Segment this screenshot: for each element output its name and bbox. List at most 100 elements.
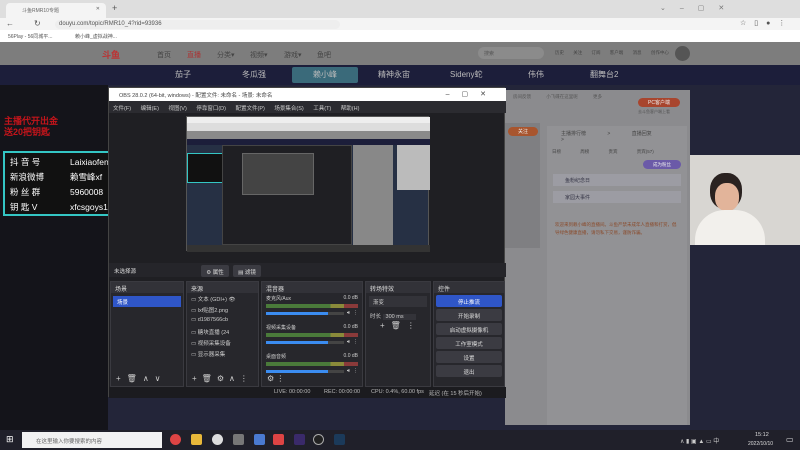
source-item[interactable]: ▭ 糖块直播 (24 [187, 326, 258, 337]
volume-slider[interactable] [266, 369, 344, 373]
browser-toolbar-icons[interactable]: ☆▯●⋮ [740, 19, 793, 27]
volume-slider[interactable] [266, 340, 344, 344]
app-icon[interactable] [294, 434, 305, 445]
event-item[interactable]: 鱼粉纪念日 [553, 174, 681, 186]
new-tab-icon[interactable]: + [112, 3, 117, 13]
audio-mixer-dock: 混音器 麦克风/Aux 0.0 dB 🔊︎ ⋮ 视频采集设备 0.0 dB 🔊︎ ⋮ 桌面音… [261, 281, 363, 387]
channel-menu-icon[interactable]: ⋮ [353, 339, 358, 345]
speaker-icon[interactable]: 🔊︎ [347, 339, 350, 345]
tray-icons[interactable]: ∧ ▮ ▣ ▲ ▭ 中 [680, 436, 719, 445]
tab-weekly[interactable]: 周榜 [580, 149, 589, 154]
exit-button[interactable]: 退出 [436, 365, 502, 377]
nav-home[interactable]: 首页 [157, 50, 171, 60]
mixer-controls[interactable]: ⚙ ⋮ [267, 374, 284, 383]
header-icons[interactable]: 历史 关注 订阅 客户端 消息 创作中心 [555, 50, 669, 56]
close-tab-icon[interactable]: ✕ [96, 6, 100, 12]
source-controls[interactable]: +🗑︎⚙∧⋮ [192, 374, 253, 383]
volume-meter [266, 362, 358, 366]
bookmark[interactable]: 赖小峰_虚拟战神... [75, 33, 117, 40]
menu-help[interactable]: 帮助(H) [341, 106, 360, 112]
pc-client-button[interactable]: PC客户端 [638, 98, 680, 107]
obs-window-controls[interactable]: –▢✕ [446, 90, 498, 98]
notification-icon[interactable]: ▭ [786, 435, 794, 444]
tab-vip[interactable]: 贵宾 [609, 149, 618, 154]
source-item[interactable]: ▭ 显示器采集 [187, 348, 258, 359]
speaker-icon[interactable]: 🔊︎ [347, 368, 350, 374]
douyu-logo[interactable]: 斗鱼 [102, 48, 120, 61]
browser-tab[interactable]: 斗鱼RMR10专题 ✕ [6, 3, 106, 18]
duration-input[interactable]: 300 ms [382, 314, 416, 320]
action-ufo[interactable]: 小飞碟在这里呢 [546, 94, 578, 99]
event-item[interactable]: 家园大事件 [553, 191, 681, 203]
app-icon[interactable] [233, 434, 244, 445]
nav-games[interactable]: 游戏▾ [284, 50, 302, 60]
scene-item[interactable]: 场景 [113, 296, 181, 307]
fans-button[interactable]: 成为粉丝 [643, 160, 681, 169]
url-input[interactable]: douyu.com/topic/RMR10_4?rid=93936 [55, 20, 340, 29]
menu-docks[interactable]: 停靠窗口(D) [196, 106, 226, 112]
reload-icon[interactable]: ↻ [34, 19, 41, 28]
transition-controls[interactable]: +🗑︎⋮ [366, 321, 430, 330]
obs-preview-canvas[interactable] [186, 116, 430, 252]
source-item[interactable]: ▭ lxf贴图2.png [187, 304, 258, 315]
bookmark[interactable]: 56Play - 56同城平... [8, 33, 52, 40]
webcam-overlay [690, 155, 800, 245]
search-input[interactable]: 搜索 [478, 47, 544, 59]
chat-notice: 欢迎来到赖小峰的直播间。斗鱼严禁未成年人直播和打赏，倡导绿色健康直播，请勿私下交… [555, 222, 677, 235]
back-icon[interactable]: ← [6, 19, 14, 28]
clock-date: 2022/10/10 [748, 441, 774, 447]
nav-video[interactable]: 视频▾ [250, 50, 268, 60]
menu-file[interactable]: 文件(F) [113, 106, 131, 112]
transition-select[interactable]: 渐变 [369, 296, 427, 307]
nav-yuba[interactable]: 鱼吧 [317, 50, 331, 60]
menu-edit[interactable]: 编辑(E) [141, 106, 159, 112]
source-item[interactable]: ▭ d1987566cb [187, 315, 258, 326]
menu-scene-collection[interactable]: 场景集合(S) [274, 106, 303, 112]
start-recording-button[interactable]: 开始录制 [436, 309, 502, 321]
menu-tools[interactable]: 工具(T) [313, 106, 331, 112]
streamer-tab-active[interactable]: 赖小峰 [292, 67, 358, 83]
streamer-tab[interactable]: 冬瓜强 [242, 69, 266, 80]
streamer-tab[interactable]: 伟伟 [528, 69, 544, 80]
channel-menu-icon[interactable]: ⋮ [353, 310, 358, 316]
volume-slider[interactable] [266, 311, 344, 315]
tab-vip-count[interactable]: 贵宾(57) [637, 149, 654, 154]
nav-live[interactable]: 直播 [187, 50, 201, 60]
follow-button[interactable]: 关注 [508, 127, 538, 136]
menu-profile[interactable]: 配置文件(P) [235, 106, 264, 112]
streamer-tab[interactable]: 翻舞台2 [590, 69, 618, 80]
scene-controls[interactable]: +🗑︎∧∨ [116, 374, 167, 383]
app-icon[interactable] [212, 434, 223, 445]
source-item[interactable]: ▭ 视频采集设备 [187, 337, 258, 348]
channel-menu-icon[interactable]: ⋮ [353, 368, 358, 374]
action-feedback[interactable]: 房间反馈 [513, 94, 531, 99]
window-controls[interactable]: ⌄–▢✕ [660, 4, 738, 12]
nav-category[interactable]: 分类▾ [217, 50, 235, 60]
action-more[interactable]: 更多 [593, 94, 602, 99]
menu-view[interactable]: 视图(V) [168, 106, 186, 112]
source-item[interactable]: ▭ 文本 (GDI+) 👁 [187, 293, 258, 304]
taskbar-search[interactable]: 在这里输入你要搜索的内容 [22, 432, 162, 448]
obs-icon[interactable] [313, 434, 324, 445]
chrome-icon[interactable] [170, 434, 181, 445]
file-explorer-icon[interactable] [191, 434, 202, 445]
properties-button[interactable]: ⚙ 属性 [201, 265, 229, 277]
app-icon[interactable] [254, 434, 265, 445]
stop-streaming-button[interactable]: 停止推流 [436, 295, 502, 307]
streamer-tab[interactable]: Sideny蛇 [450, 69, 482, 80]
virtual-camera-button[interactable]: 启动虚拟摄像机 [436, 323, 502, 335]
rank-button[interactable]: 主播排行榜 > [561, 131, 610, 137]
filters-button[interactable]: ▤ 滤镜 [233, 265, 261, 277]
app-icon[interactable] [273, 434, 284, 445]
streamer-tab[interactable]: 精神永宙 [378, 69, 410, 80]
settings-button[interactable]: 设置 [436, 351, 502, 363]
steam-icon[interactable] [334, 434, 345, 445]
tab-daily[interactable]: 日榜 [552, 149, 561, 154]
avatar[interactable] [675, 46, 690, 61]
speaker-icon[interactable]: 🔊︎ [347, 310, 350, 316]
streamer-tab[interactable]: 茄子 [175, 69, 191, 80]
info-row: 钥 匙 Vxfcsgoys1 [10, 202, 108, 212]
studio-mode-button[interactable]: 工作室模式 [436, 337, 502, 349]
obs-status-bar: LIVE: 00:00:00 REC: 00:00:00 CPU: 0.4%, … [109, 387, 506, 398]
windows-start-icon[interactable]: ⊞ [6, 434, 14, 445]
